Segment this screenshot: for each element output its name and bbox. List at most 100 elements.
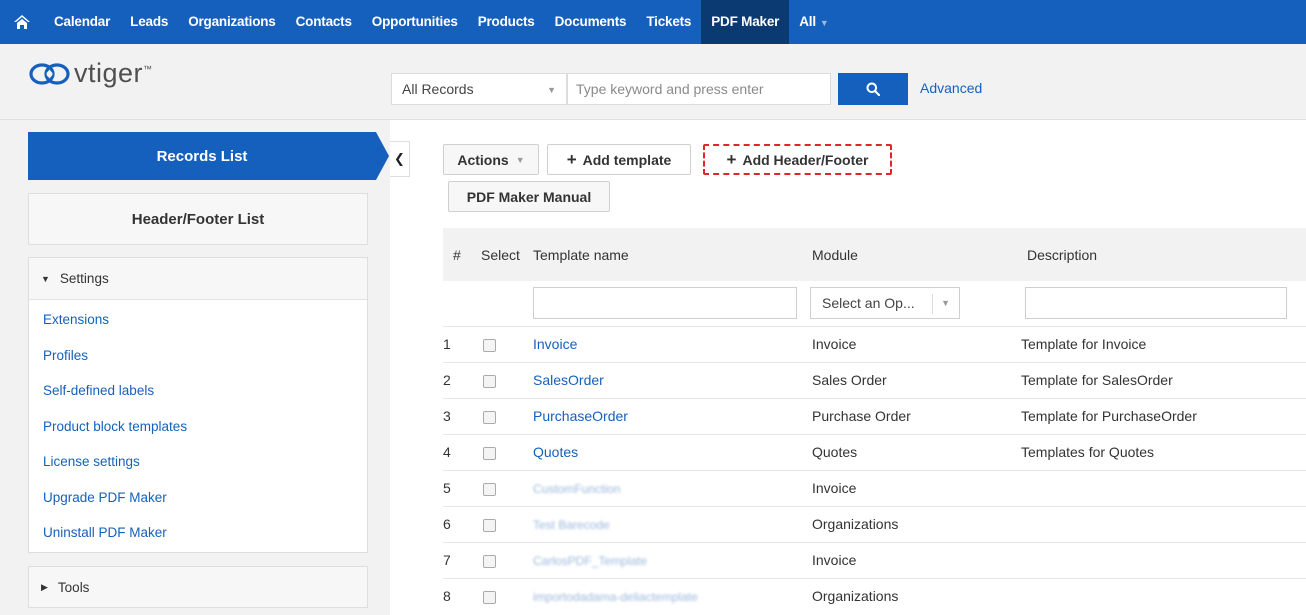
add-template-button[interactable]: + Add template <box>547 144 691 175</box>
nav-pdf-maker[interactable]: PDF Maker <box>701 0 790 44</box>
col-header-number: # <box>453 246 461 263</box>
row-select-checkbox[interactable] <box>483 554 496 568</box>
row-number: 1 <box>443 325 473 362</box>
row-select-cell <box>473 433 529 470</box>
row-module: Organizations <box>812 505 1021 542</box>
nav-tickets[interactable]: Tickets <box>636 0 701 44</box>
sidebar: Records List Header/Footer List ▼ Settin… <box>0 120 390 615</box>
settings-link-extensions[interactable]: Extensions <box>29 302 367 338</box>
row-select-checkbox[interactable] <box>483 482 496 496</box>
top-navigation-bar: Calendar Leads Organizations Contacts Op… <box>0 0 1306 44</box>
tools-panel-header[interactable]: ▶ Tools <box>28 566 368 608</box>
module-filter-placeholder: Select an Op... <box>822 295 915 312</box>
header-footer-list-button[interactable]: Header/Footer List <box>28 193 368 245</box>
settings-link-license-settings[interactable]: License settings <box>29 444 367 480</box>
template-name-link[interactable]: SalesOrder <box>529 372 604 388</box>
records-list-button[interactable]: Records List <box>28 132 389 180</box>
row-select-checkbox[interactable] <box>483 446 496 460</box>
row-module: Invoice <box>812 325 1021 362</box>
home-icon[interactable] <box>0 0 44 44</box>
row-select-checkbox[interactable] <box>483 518 496 532</box>
row-select-cell <box>473 397 529 434</box>
actions-dropdown-button[interactable]: Actions ▼ <box>443 144 539 175</box>
row-module: Organizations <box>812 577 1021 614</box>
row-description: Template for PurchaseOrder <box>1021 397 1306 434</box>
col-header-module[interactable]: Module <box>812 228 1021 281</box>
search-button[interactable] <box>838 73 908 105</box>
row-select-checkbox[interactable] <box>483 591 496 605</box>
col-header-template-name[interactable]: Template name <box>529 228 812 281</box>
table-row[interactable]: 1 Invoice Invoice Template for Invoice <box>443 325 1306 362</box>
row-select-cell <box>473 325 529 362</box>
nav-calendar[interactable]: Calendar <box>44 0 120 44</box>
row-select-cell <box>473 541 529 578</box>
advanced-search-link[interactable]: Advanced <box>920 80 982 96</box>
table-row[interactable]: 4 Quotes Quotes Templates for Quotes <box>443 433 1306 470</box>
chevron-down-icon: ▼ <box>819 18 829 28</box>
col-header-description[interactable]: Description <box>1021 228 1306 281</box>
row-description <box>1021 541 1306 578</box>
nav-all-dropdown[interactable]: All ▼ <box>789 0 838 44</box>
module-filter-select[interactable]: Select an Op... ▼ <box>810 287 960 320</box>
caret-right-icon: ▶ <box>41 581 48 592</box>
row-number: 4 <box>443 433 473 470</box>
template-name-link[interactable]: importodadama-deliactemplate <box>529 590 698 604</box>
nav-documents[interactable]: Documents <box>545 0 637 44</box>
table-row[interactable]: 3 PurchaseOrder Purchase Order Template for… <box>443 397 1306 434</box>
row-module: Invoice <box>812 541 1021 578</box>
template-name-link[interactable]: PurchaseOrder <box>529 408 628 424</box>
settings-link-profiles[interactable]: Profiles <box>29 338 367 374</box>
templates-table: # Select Template name Module Descriptio… <box>443 228 1306 614</box>
table-row[interactable]: 6 Test Barecode Organizations <box>443 505 1306 542</box>
settings-panel-header[interactable]: ▼ Settings <box>29 258 367 300</box>
row-description: Templates for Quotes <box>1021 433 1306 470</box>
tools-title: Tools <box>57 579 90 595</box>
template-name-link[interactable]: Quotes <box>529 444 578 460</box>
chevron-down-icon: ▼ <box>515 154 525 165</box>
search-input[interactable] <box>567 73 831 105</box>
row-select-checkbox[interactable] <box>483 374 496 388</box>
row-number: 5 <box>443 469 473 506</box>
nav-leads[interactable]: Leads <box>120 0 178 44</box>
template-name-link[interactable]: Test Barecode <box>529 518 610 532</box>
settings-links: Extensions Profiles Self-defined labels … <box>29 300 367 551</box>
sidebar-collapse-toggle[interactable]: ❮ <box>390 141 410 177</box>
table-row[interactable]: 8 importodadama-deliactemplate Organizatio… <box>443 577 1306 614</box>
row-number: 8 <box>443 577 473 614</box>
nav-opportunities[interactable]: Opportunities <box>362 0 468 44</box>
search-scope-value: All Records <box>402 81 474 97</box>
nav-organizations[interactable]: Organizations <box>178 0 285 44</box>
row-select-checkbox[interactable] <box>483 410 496 424</box>
row-module: Purchase Order <box>812 397 1021 434</box>
settings-link-self-defined-labels[interactable]: Self-defined labels <box>29 373 367 409</box>
template-name-link[interactable]: CarlosPDF_Template <box>529 554 647 568</box>
template-name-link[interactable]: CustomFunction <box>529 482 620 496</box>
row-select-checkbox[interactable] <box>483 338 496 352</box>
row-number: 2 <box>443 361 473 398</box>
table-row[interactable]: 5 CustomFunction Invoice <box>443 469 1306 506</box>
plus-icon: + <box>566 150 577 169</box>
template-name-link[interactable]: Invoice <box>529 336 577 352</box>
row-description: Template for SalesOrder <box>1021 361 1306 398</box>
table-row[interactable]: 2 SalesOrder Sales Order Template for Sales… <box>443 361 1306 398</box>
template-name-filter-input[interactable] <box>533 287 797 320</box>
settings-link-product-block-templates[interactable]: Product block templates <box>29 409 367 445</box>
description-filter-input[interactable] <box>1025 287 1287 320</box>
add-template-label: Add template <box>582 151 672 168</box>
settings-link-upgrade[interactable]: Upgrade PDF Maker <box>29 480 367 516</box>
add-header-footer-label: Add Header/Footer <box>742 151 869 168</box>
nav-all-label: All <box>799 14 816 29</box>
row-description: Template for Invoice <box>1021 325 1306 362</box>
nav-products[interactable]: Products <box>468 0 545 44</box>
pdf-maker-manual-button[interactable]: PDF Maker Manual <box>448 181 610 212</box>
table-row[interactable]: 7 CarlosPDF_Template Invoice <box>443 541 1306 578</box>
row-number: 6 <box>443 505 473 542</box>
row-select-cell <box>473 361 529 398</box>
vtiger-logo[interactable]: vtiger™ <box>28 58 153 89</box>
nav-contacts[interactable]: Contacts <box>286 0 362 44</box>
settings-link-uninstall[interactable]: Uninstall PDF Maker <box>29 515 367 551</box>
search-scope-select[interactable]: All Records ▼ <box>391 73 567 105</box>
add-header-footer-button[interactable]: + Add Header/Footer <box>703 144 892 175</box>
col-header-select: Select <box>481 246 520 263</box>
table-header-row: # Select Template name Module Descriptio… <box>443 228 1306 281</box>
